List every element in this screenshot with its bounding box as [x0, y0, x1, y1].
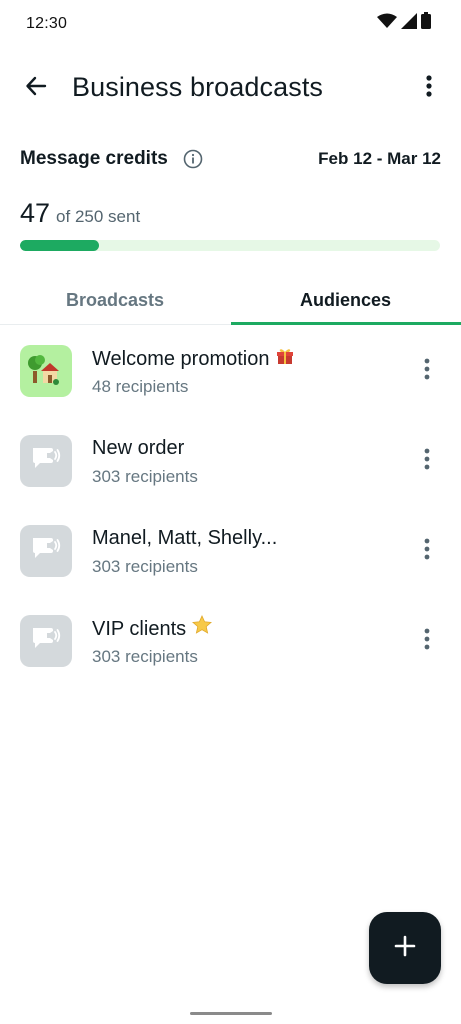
credits-progress-bar [20, 240, 440, 251]
broadcast-icon [31, 446, 61, 477]
more-vert-icon [424, 628, 430, 655]
audience-title: Welcome promotion [92, 345, 295, 372]
audience-title: Manel, Matt, Shelly... [92, 525, 277, 551]
item-more-button[interactable] [419, 626, 435, 656]
audience-recipients: 303 recipients [92, 557, 198, 576]
tab-audiences[interactable]: Audiences [230, 276, 461, 325]
sent-summary: 47 of 250 sent [20, 198, 140, 230]
list-item[interactable]: VIP clients 303 recipients [0, 598, 461, 688]
broadcast-icon [31, 536, 61, 567]
audience-recipients: 303 recipients [92, 647, 198, 666]
more-vert-icon [426, 74, 432, 102]
broadcast-icon [31, 626, 61, 657]
arrow-back-icon [24, 74, 48, 103]
home-indicator[interactable] [190, 1012, 272, 1015]
item-more-button[interactable] [419, 356, 435, 386]
credits-label: Message credits [20, 148, 168, 169]
avatar [20, 345, 72, 397]
audience-name: Manel, Matt, Shelly... [92, 527, 278, 549]
audience-recipients: 303 recipients [92, 467, 198, 486]
more-options-button[interactable] [417, 70, 441, 106]
audience-name: New order [92, 437, 185, 459]
audience-name: VIP clients [92, 617, 187, 640]
audience-recipients: 48 recipients [92, 377, 189, 396]
house-tree-icon [28, 351, 64, 392]
cellular-signal-icon [401, 13, 417, 34]
item-more-button[interactable] [419, 536, 435, 566]
wifi-icon [377, 13, 397, 34]
tab-selected-indicator [231, 322, 461, 325]
status-time: 12:30 [26, 15, 68, 32]
audience-title: New order [92, 435, 184, 461]
item-more-button[interactable] [419, 446, 435, 476]
list-item[interactable]: Manel, Matt, Shelly... 303 recipients [0, 508, 461, 598]
avatar [20, 435, 72, 487]
status-bar: 12:30 [0, 0, 461, 50]
sent-total: of 250 sent [56, 207, 141, 226]
tab-bar: Broadcasts Audiences [0, 276, 461, 325]
audience-name: Welcome promotion [92, 347, 270, 370]
info-icon[interactable] [183, 149, 203, 169]
more-vert-icon [424, 358, 430, 385]
tab-broadcasts[interactable]: Broadcasts [0, 276, 230, 325]
back-button[interactable] [18, 70, 54, 106]
credits-row: Message credits Feb 12 - Mar 12 [20, 146, 441, 172]
list-item[interactable]: New order 303 recipients [0, 418, 461, 508]
avatar [20, 525, 72, 577]
credits-progress-fill [20, 240, 99, 251]
credits-date-range: Feb 12 - Mar 12 [318, 149, 441, 168]
avatar [20, 615, 72, 667]
more-vert-icon [424, 448, 430, 475]
more-vert-icon [424, 538, 430, 565]
audience-title: VIP clients [92, 615, 213, 642]
star-icon [192, 615, 213, 642]
battery-icon [421, 12, 431, 34]
audience-list: Welcome promotion 48 recipients New orde… [0, 328, 461, 688]
add-audience-button[interactable] [369, 912, 441, 984]
plus-icon [394, 935, 416, 962]
list-item[interactable]: Welcome promotion 48 recipients [0, 328, 461, 418]
app-bar: Business broadcasts [0, 58, 461, 118]
status-icons [377, 12, 431, 34]
sent-count: 47 [20, 198, 51, 228]
page-title: Business broadcasts [72, 72, 324, 102]
gift-icon [275, 345, 295, 372]
